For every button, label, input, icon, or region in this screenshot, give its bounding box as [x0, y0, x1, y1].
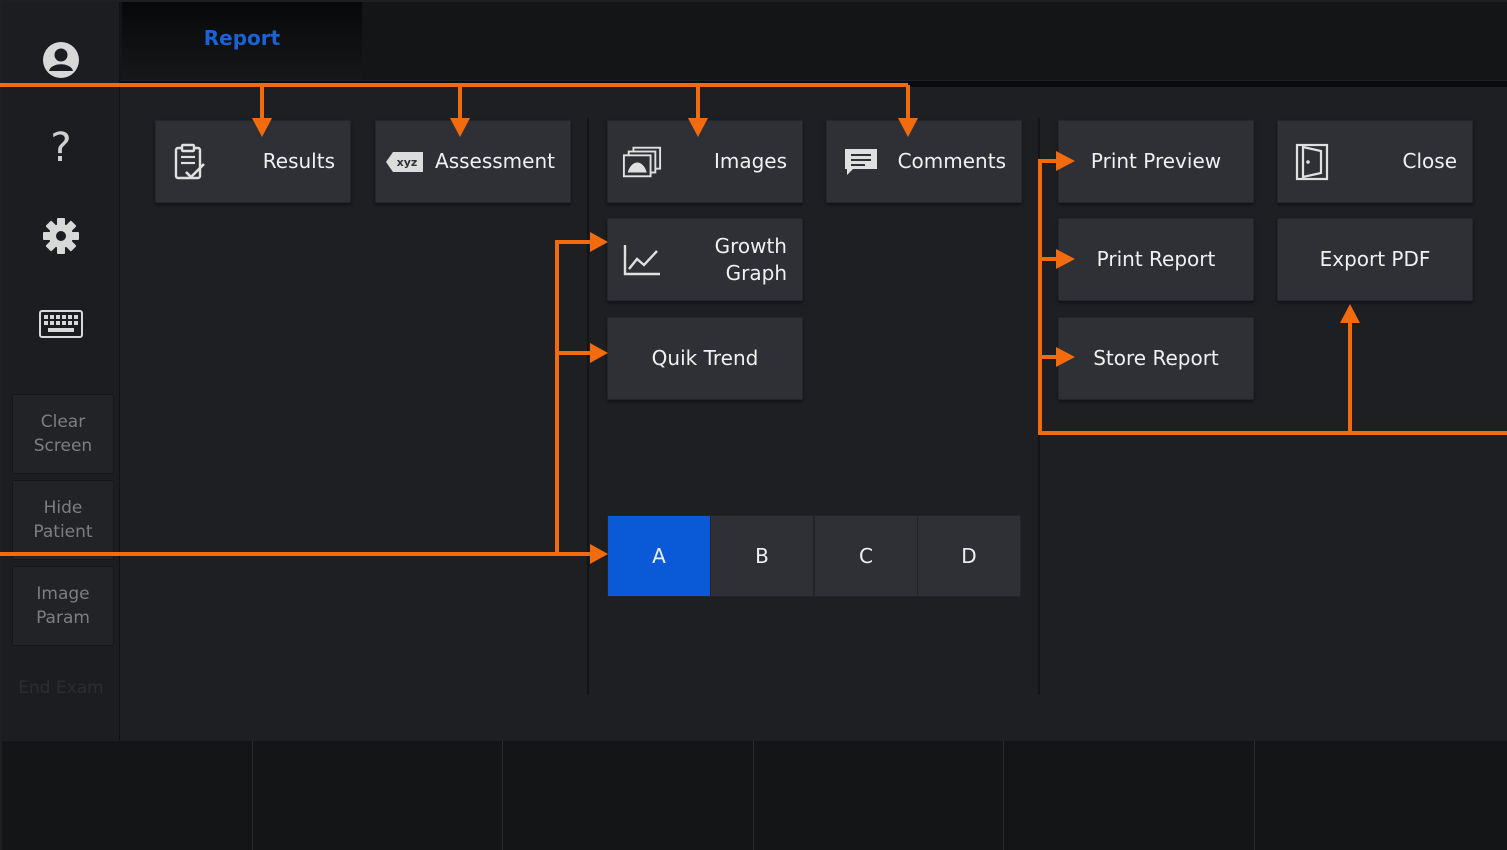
assessment-button[interactable]: xyz Assessment [375, 120, 571, 203]
segment-b[interactable]: B [710, 515, 814, 597]
column-divider [587, 118, 589, 695]
assessment-label: Assessment [435, 149, 555, 173]
xyz-badge-text: xyz [397, 156, 418, 169]
growth-graph-label: Growth Graph [714, 233, 787, 285]
results-label: Results [262, 149, 335, 173]
store-report-button[interactable]: Store Report [1058, 317, 1254, 400]
user-icon[interactable] [2, 35, 120, 85]
arrow-head [590, 232, 608, 252]
soft-key-divider [502, 741, 503, 850]
tab-report[interactable]: Report [122, 2, 362, 80]
images-label: Images [713, 149, 787, 173]
image-param-button[interactable]: Image Param [12, 566, 114, 646]
clear-screen-button[interactable]: Clear Screen [12, 394, 114, 474]
gear-icon[interactable] [2, 211, 120, 261]
segment-a[interactable]: A [607, 515, 711, 597]
arrow-head [1340, 304, 1360, 323]
xyz-tag-icon: xyz [384, 142, 426, 182]
arrow-head [590, 544, 608, 564]
comments-button[interactable]: Comments [826, 120, 1022, 203]
door-exit-icon [1292, 142, 1332, 182]
segment-c[interactable]: C [814, 515, 918, 597]
soft-key-divider [252, 741, 253, 850]
print-report-button[interactable]: Print Report [1058, 218, 1254, 301]
soft-key-divider [1003, 741, 1004, 850]
end-exam-button: End Exam [18, 678, 104, 698]
growth-graph-button[interactable]: Growth Graph [607, 218, 803, 301]
annotation-line [555, 240, 596, 554]
help-icon[interactable]: ? [2, 123, 120, 173]
tab-bar-divider [120, 81, 1507, 87]
quik-trend-button[interactable]: Quik Trend [607, 317, 803, 400]
print-preview-button[interactable]: Print Preview [1058, 120, 1254, 203]
print-report-label: Print Report [1096, 247, 1216, 271]
images-button[interactable]: Images [607, 120, 803, 203]
comments-label: Comments [897, 149, 1006, 173]
store-report-label: Store Report [1093, 346, 1219, 370]
quik-trend-label: Quik Trend [651, 346, 759, 370]
results-button[interactable]: Results [155, 120, 351, 203]
export-pdf-label: Export PDF [1319, 247, 1431, 271]
clipboard-check-icon [170, 142, 210, 182]
soft-key-divider [1254, 741, 1255, 850]
image-stack-icon [622, 142, 662, 182]
keyboard-icon[interactable] [2, 299, 120, 349]
comment-icon [841, 142, 881, 182]
line-chart-icon [622, 240, 662, 280]
segment-d[interactable]: D [917, 515, 1021, 597]
hide-patient-button[interactable]: Hide Patient [12, 480, 114, 560]
left-rail: ? Clear Screen Hide Patient Image Param … [2, 2, 120, 740]
column-divider [1038, 118, 1040, 695]
export-pdf-button[interactable]: Export PDF [1277, 218, 1473, 301]
close-button[interactable]: Close [1277, 120, 1473, 203]
print-preview-label: Print Preview [1090, 149, 1222, 173]
close-label: Close [1402, 149, 1457, 173]
arrow-head [590, 343, 608, 363]
soft-key-bar [2, 741, 1507, 850]
soft-key-divider [753, 741, 754, 850]
